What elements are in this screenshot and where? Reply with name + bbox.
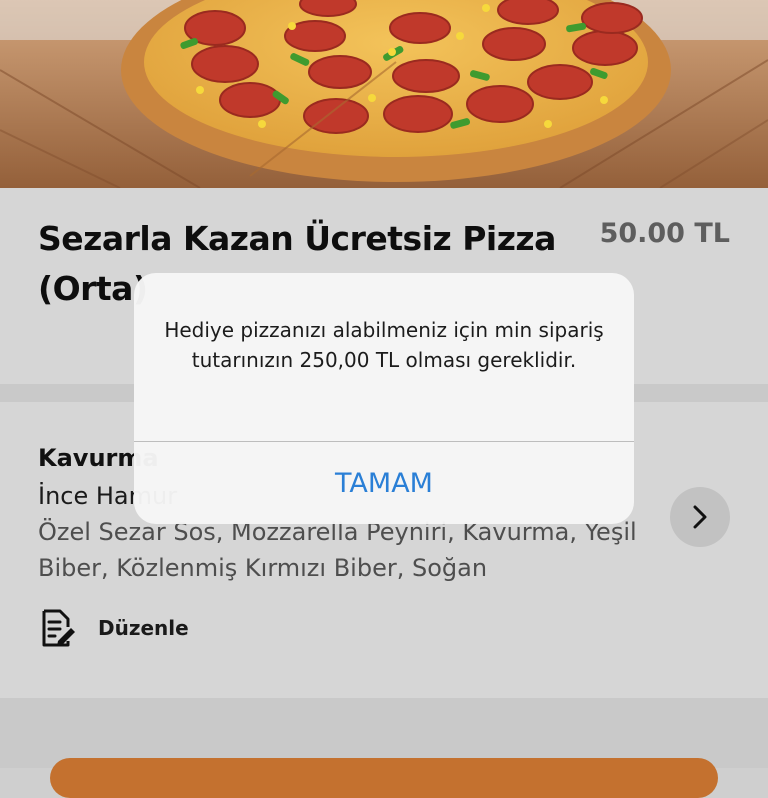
alert-ok-button[interactable]: TAMAM: [134, 442, 634, 524]
alert-message: Hediye pizzanızı alabilmeniz için min si…: [164, 318, 604, 372]
alert-dialog: Hediye pizzanızı alabilmeniz için min si…: [134, 273, 634, 524]
